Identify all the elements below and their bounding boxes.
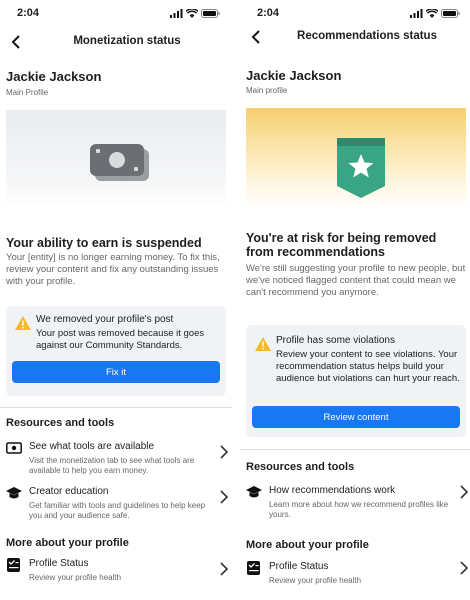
status-time: 2:04 bbox=[257, 7, 280, 19]
status-time: 2:04 bbox=[17, 7, 40, 19]
row-description: Get familiar with tools and guidelines t… bbox=[29, 501, 206, 520]
row-description: Review your profile health bbox=[269, 576, 362, 585]
graduation-cap-icon bbox=[6, 487, 22, 499]
profile-subtitle: Main profile bbox=[246, 86, 288, 95]
section-divider bbox=[240, 449, 470, 450]
chevron-right-icon bbox=[220, 490, 228, 504]
money-icon bbox=[6, 442, 22, 454]
battery-icon bbox=[441, 9, 460, 18]
profile-name: Jackie Jackson bbox=[6, 69, 102, 84]
battery-icon bbox=[201, 9, 220, 18]
status-heading: Your ability to earn is suspended bbox=[6, 236, 202, 250]
money-illustration-icon bbox=[90, 144, 149, 181]
row-description: Learn more about how we recommend profil… bbox=[269, 500, 449, 519]
issue-title: We removed your profile's post bbox=[36, 314, 174, 325]
wifi-icon bbox=[426, 9, 438, 18]
row-title: Profile Status bbox=[269, 561, 329, 572]
hero-illustration bbox=[246, 108, 466, 210]
creator-education-row[interactable]: Creator education Get familiar with tool… bbox=[6, 486, 228, 524]
section-divider bbox=[0, 407, 232, 408]
monetization-status-screen: 2:04 Monetization status Jackie Jackson … bbox=[0, 0, 232, 600]
graduation-cap-icon bbox=[246, 486, 262, 498]
fix-it-button[interactable]: Fix it bbox=[12, 361, 220, 383]
status-heading: You're at risk for being removed from re… bbox=[246, 231, 437, 259]
star-badge-icon bbox=[337, 138, 385, 198]
row-title: Profile Status bbox=[29, 558, 89, 569]
row-description: Review your profile health bbox=[29, 573, 122, 582]
status-description: Your [entity] is no longer earning money… bbox=[6, 252, 220, 287]
tools-available-row[interactable]: See what tools are available Visit the m… bbox=[6, 441, 228, 479]
issue-card: Profile has some violations Review your … bbox=[246, 325, 466, 437]
more-about-heading: More about your profile bbox=[6, 537, 129, 549]
profile-status-row[interactable]: Profile Status Review your profile healt… bbox=[6, 558, 228, 586]
warning-icon bbox=[255, 337, 271, 351]
resources-heading: Resources and tools bbox=[6, 417, 115, 429]
row-description: Visit the monetization tab to see what t… bbox=[29, 456, 195, 475]
resources-heading: Resources and tools bbox=[246, 461, 355, 473]
status-icons bbox=[170, 9, 220, 18]
profile-status-row[interactable]: Profile Status Review your profile healt… bbox=[246, 561, 468, 589]
chevron-right-icon bbox=[460, 561, 468, 575]
checklist-icon bbox=[247, 561, 260, 575]
status-bar: 2:04 bbox=[240, 0, 470, 26]
chevron-right-icon bbox=[220, 562, 228, 576]
page-title: Recommendations status bbox=[297, 30, 437, 42]
warning-icon bbox=[15, 316, 31, 330]
back-arrow-icon[interactable] bbox=[249, 29, 265, 45]
row-title: How recommendations work bbox=[269, 485, 396, 496]
wifi-icon bbox=[186, 9, 198, 18]
row-title: See what tools are available bbox=[29, 441, 155, 452]
signal-icon bbox=[410, 9, 423, 18]
row-title: Creator education bbox=[29, 486, 109, 497]
recommendations-status-screen: 2:04 Recommendations status Jackie Jacks… bbox=[240, 0, 470, 600]
page-title: Monetization status bbox=[73, 35, 181, 47]
review-content-button[interactable]: Review content bbox=[252, 406, 460, 428]
chevron-right-icon bbox=[220, 445, 228, 459]
profile-subtitle: Main Profile bbox=[6, 88, 49, 97]
profile-name: Jackie Jackson bbox=[246, 68, 342, 83]
signal-icon bbox=[170, 9, 183, 18]
status-icons bbox=[410, 9, 460, 18]
chevron-right-icon bbox=[460, 485, 468, 499]
nav-bar: Monetization status bbox=[0, 32, 232, 56]
nav-bar: Recommendations status bbox=[240, 27, 470, 51]
status-description: We're still suggesting your profile to n… bbox=[246, 263, 466, 298]
more-about-heading: More about your profile bbox=[246, 539, 369, 551]
issue-text: Review your content to see violations. Y… bbox=[276, 349, 460, 384]
hero-illustration bbox=[6, 110, 226, 212]
back-arrow-icon[interactable] bbox=[9, 34, 25, 50]
how-recommendations-work-row[interactable]: How recommendations work Learn more abou… bbox=[246, 485, 468, 523]
issue-card: We removed your profile's post Your post… bbox=[6, 306, 226, 396]
issue-text: Your post was removed because it goes ag… bbox=[36, 328, 205, 351]
issue-title: Profile has some violations bbox=[276, 335, 395, 346]
status-bar: 2:04 bbox=[0, 0, 232, 26]
checklist-icon bbox=[7, 558, 20, 572]
